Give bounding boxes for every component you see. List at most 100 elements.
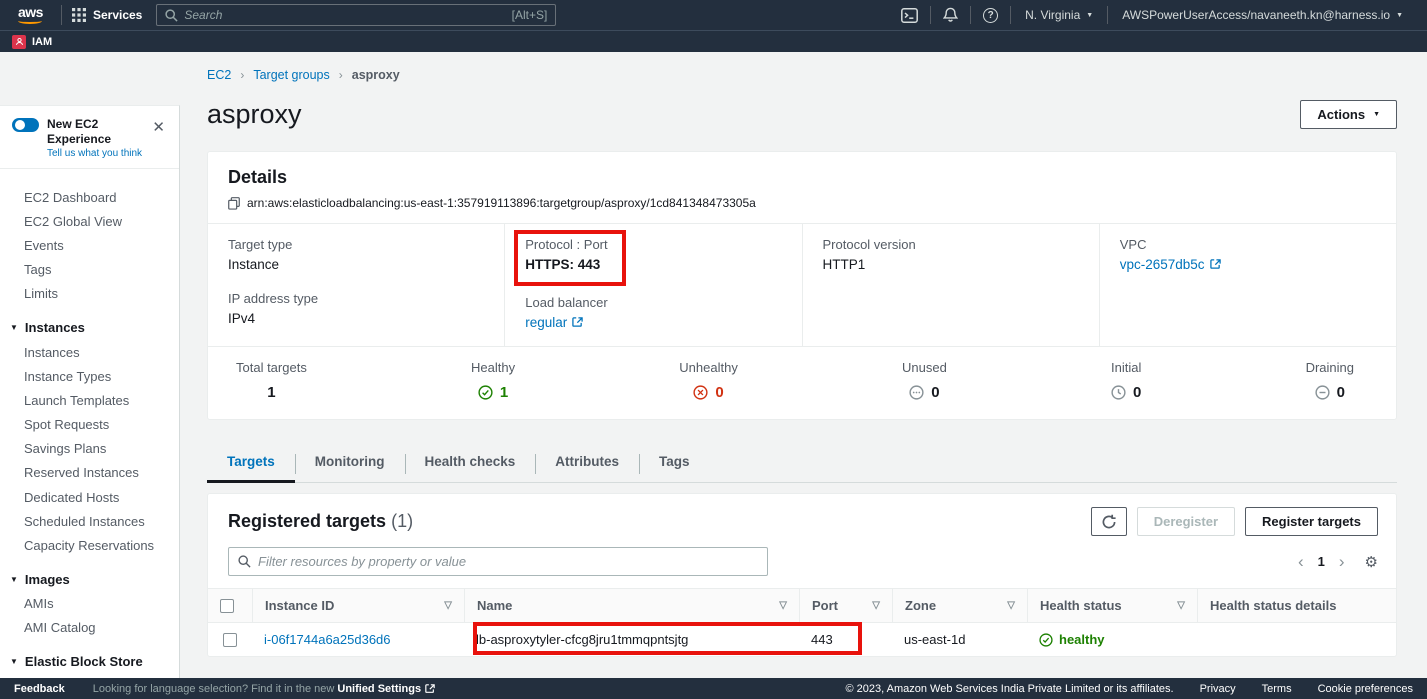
services-label: Services [93, 8, 142, 22]
help-button[interactable]: ? [971, 8, 1010, 23]
account-menu[interactable]: AWSPowerUserAccess/navaneeth.kn@harness.… [1108, 8, 1417, 22]
chevron-down-icon: ▼ [1373, 111, 1380, 118]
notifications-button[interactable] [931, 7, 970, 23]
column-header-instance-id: Instance ID [265, 598, 334, 613]
sidebar-item-ec2-dashboard[interactable]: EC2 Dashboard [0, 185, 179, 209]
details-title: Details [228, 167, 1376, 188]
help-icon: ? [983, 8, 998, 23]
privacy-link[interactable]: Privacy [1200, 683, 1236, 695]
stat-label-unhealthy: Unhealthy [679, 360, 738, 375]
sidebar-section-instances[interactable]: ▼ Instances [0, 315, 179, 340]
field-label-load-balancer: Load balancer [525, 295, 781, 310]
sort-icon[interactable]: ▽ [779, 600, 787, 611]
previous-page-icon[interactable]: ‹ [1298, 553, 1304, 570]
pinned-service-iam[interactable]: IAM [12, 35, 52, 49]
sidebar-item-amis[interactable]: AMIs [0, 592, 179, 616]
sidebar-section-elastic-block-store[interactable]: ▼ Elastic Block Store [0, 649, 179, 674]
chevron-down-icon: ▼ [1086, 12, 1093, 19]
sidebar-item-dedicated-hosts[interactable]: Dedicated Hosts [0, 485, 179, 509]
sidebar-nav: EC2 Dashboard EC2 Global View Events Tag… [0, 169, 179, 678]
tab-targets[interactable]: Targets [207, 445, 295, 483]
cookie-preferences-link[interactable]: Cookie preferences [1318, 683, 1413, 695]
pagination: ‹ 1 › ⚙ [1298, 553, 1378, 571]
close-icon[interactable]: ✕ [148, 116, 169, 138]
chevron-right-icon: › [339, 68, 343, 82]
next-page-icon[interactable]: › [1339, 553, 1345, 570]
breadcrumb-target-groups[interactable]: Target groups [253, 68, 329, 82]
sidebar-item-events[interactable]: Events [0, 233, 179, 257]
sort-icon[interactable]: ▽ [1007, 600, 1015, 611]
copy-icon[interactable] [228, 197, 240, 210]
search-input[interactable] [184, 8, 505, 22]
column-header-port: Port [812, 598, 838, 613]
sidebar-item-reserved-instances[interactable]: Reserved Instances [0, 461, 179, 485]
filter-input-wrapper [228, 547, 768, 576]
terms-link[interactable]: Terms [1262, 683, 1292, 695]
external-link-icon [425, 684, 435, 694]
sidebar-item-scheduled-instances[interactable]: Scheduled Instances [0, 509, 179, 533]
stat-value-unhealthy: 0 [679, 384, 738, 401]
search-icon [238, 555, 251, 568]
select-all-checkbox[interactable] [220, 599, 234, 613]
field-label-ip-address-type: IP address type [228, 291, 484, 306]
sort-icon[interactable]: ▽ [1177, 600, 1185, 611]
vpc-link[interactable]: vpc-2657db5c [1120, 257, 1221, 272]
actions-button[interactable]: Actions ▼ [1300, 100, 1397, 129]
tab-health-checks[interactable]: Health checks [405, 445, 536, 483]
unified-settings-link[interactable]: Unified Settings [337, 683, 435, 695]
search-shortcut-hint: [Alt+S] [512, 8, 548, 22]
field-label-vpc: VPC [1120, 237, 1376, 252]
feedback-link[interactable]: Feedback [14, 683, 65, 695]
deregister-button[interactable]: Deregister [1137, 507, 1235, 536]
current-page[interactable]: 1 [1318, 554, 1325, 569]
row-checkbox[interactable] [223, 633, 237, 647]
register-targets-button[interactable]: Register targets [1245, 507, 1378, 536]
refresh-icon [1101, 514, 1117, 530]
tab-attributes[interactable]: Attributes [535, 445, 639, 483]
breadcrumb-ec2[interactable]: EC2 [207, 68, 231, 82]
region-label: N. Virginia [1025, 8, 1080, 22]
refresh-button[interactable] [1091, 507, 1127, 536]
instance-id-link[interactable]: i-06f1744a6a25d36d6 [264, 632, 391, 647]
clock-circle-icon [1111, 385, 1126, 400]
global-search[interactable]: [Alt+S] [156, 4, 556, 26]
region-selector[interactable]: N. Virginia ▼ [1011, 8, 1107, 22]
search-icon [165, 9, 178, 22]
experience-feedback-link[interactable]: Tell us what you think [47, 148, 148, 159]
sidebar-item-capacity-reservations[interactable]: Capacity Reservations [0, 533, 179, 557]
experience-toggle[interactable] [12, 118, 39, 132]
services-menu-button[interactable]: Services [72, 8, 142, 22]
external-link-icon [572, 317, 583, 328]
sidebar-item-spot-requests[interactable]: Spot Requests [0, 413, 179, 437]
actions-button-label: Actions [1317, 107, 1365, 122]
check-circle-icon [1039, 633, 1053, 647]
sidebar-item-ec2-global-view[interactable]: EC2 Global View [0, 209, 179, 233]
sort-icon[interactable]: ▽ [872, 600, 880, 611]
x-circle-icon [693, 385, 708, 400]
sidebar-item-limits[interactable]: Limits [0, 282, 179, 306]
cloudshell-button[interactable] [889, 8, 930, 23]
sidebar-item-instances[interactable]: Instances [0, 340, 179, 364]
column-header-health-status: Health status [1040, 598, 1122, 613]
tab-tags[interactable]: Tags [639, 445, 710, 483]
aws-logo[interactable]: aws [18, 6, 43, 24]
stat-value-draining: 0 [1306, 384, 1354, 401]
page-title: asproxy [207, 99, 302, 130]
table-settings-gear-icon[interactable]: ⚙ [1365, 553, 1378, 571]
pinned-service-label: IAM [32, 36, 52, 48]
tab-monitoring[interactable]: Monitoring [295, 445, 405, 483]
sidebar-item-launch-templates[interactable]: Launch Templates [0, 388, 179, 412]
sidebar-item-ami-catalog[interactable]: AMI Catalog [0, 616, 179, 640]
chevron-right-icon: › [240, 68, 244, 82]
sidebar-section-images[interactable]: ▼ Images [0, 567, 179, 592]
sidebar-item-tags[interactable]: Tags [0, 258, 179, 282]
sidebar-item-instance-types[interactable]: Instance Types [0, 364, 179, 388]
load-balancer-link[interactable]: regular [525, 315, 583, 330]
new-experience-banner: New EC2 Experience Tell us what you thin… [0, 106, 179, 169]
field-label-protocol-port: Protocol : Port [525, 237, 607, 252]
filter-input[interactable] [258, 554, 758, 569]
sidebar-item-savings-plans[interactable]: Savings Plans [0, 437, 179, 461]
check-circle-icon [478, 385, 493, 400]
sort-icon[interactable]: ▽ [444, 600, 452, 611]
services-grid-icon [72, 8, 86, 22]
